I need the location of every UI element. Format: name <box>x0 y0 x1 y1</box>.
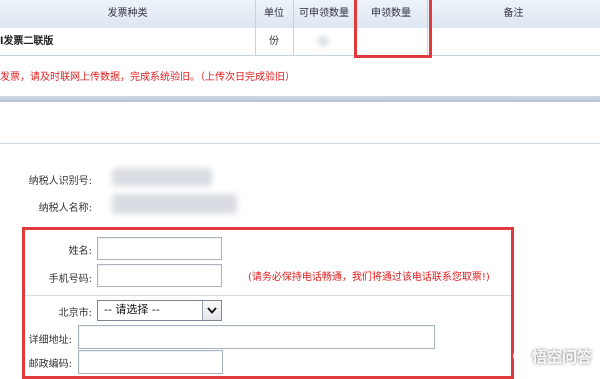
watermark: 悟空问答 <box>512 346 592 367</box>
col-header-invoice-type: 发票种类 <box>107 8 148 19</box>
column-divider <box>255 0 256 55</box>
highlight-box-apply-qty <box>354 0 432 58</box>
col-header-unit: 单位 <box>264 8 284 19</box>
taxpayer-id-label: 纳税人识别号: <box>28 176 92 187</box>
taxpayer-name-redacted <box>112 194 237 214</box>
taxpayer-id-redacted <box>112 168 212 186</box>
cell-invoice-type: l发票二联版 <box>0 36 54 47</box>
upload-notice: 发票，请及时联网上传数据，完成系统验旧。（上传次日完成验旧） <box>0 72 295 83</box>
section-divider-bar <box>0 96 600 102</box>
cell-unit: 份 <box>269 36 279 47</box>
col-header-available-qty: 可申领数量 <box>299 8 349 19</box>
cell-available-qty-redacted <box>318 36 328 46</box>
section-divider-line <box>0 143 600 144</box>
col-header-remark: 备注 <box>503 8 524 19</box>
chat-bubble-icon <box>513 348 527 364</box>
highlight-box-contact-form <box>22 227 514 379</box>
taxpayer-name-label: 纳税人名称: <box>38 203 92 214</box>
watermark-text: 悟空问答 <box>531 348 592 366</box>
column-divider <box>293 0 294 55</box>
